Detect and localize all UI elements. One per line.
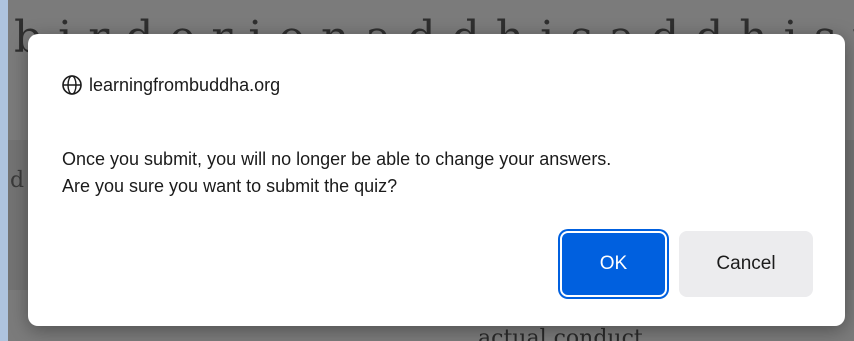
- dialog-origin: learningfrombuddha.org: [61, 74, 280, 96]
- cancel-button[interactable]: Cancel: [679, 231, 813, 297]
- dialog-origin-label: learningfrombuddha.org: [89, 74, 281, 95]
- globe-icon: [61, 74, 83, 96]
- dialog-message-line-2: Are you sure you want to submit the quiz…: [62, 176, 398, 196]
- ok-button[interactable]: OK: [560, 231, 667, 297]
- background-bottom-text: actual conduct: [478, 326, 643, 341]
- dialog-message-line-1: Once you submit, you will no longer be a…: [62, 149, 612, 169]
- confirm-dialog: learningfrombuddha.org Once you submit, …: [28, 34, 845, 326]
- background-side-text: d: [10, 168, 25, 193]
- dialog-message: Once you submit, you will no longer be a…: [62, 146, 832, 200]
